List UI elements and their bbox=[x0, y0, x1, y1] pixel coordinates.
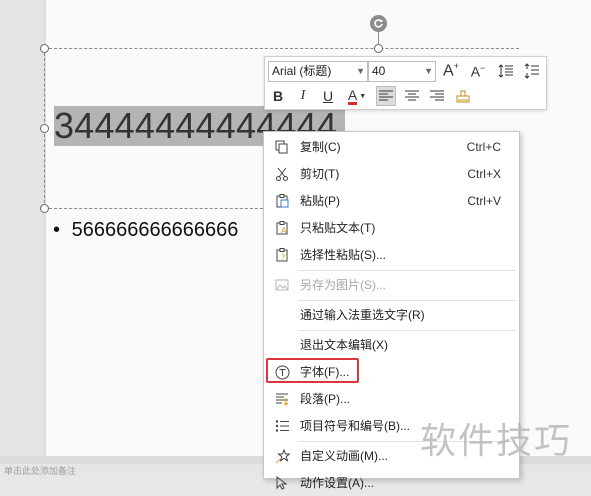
bold-button[interactable]: B bbox=[268, 86, 288, 106]
shrink-font-icon: A− bbox=[470, 62, 486, 80]
font-color-icon: A bbox=[347, 86, 358, 105]
action-icon bbox=[274, 475, 290, 491]
paragraph-icon bbox=[274, 391, 290, 407]
menu-separator bbox=[298, 270, 516, 271]
font-item-highlight-box bbox=[266, 358, 359, 383]
menu-item-label: 自定义动画(M)... bbox=[300, 449, 388, 463]
resize-handle-middle-left[interactable] bbox=[40, 124, 49, 133]
italic-icon: I bbox=[300, 88, 306, 103]
underline-icon: U bbox=[322, 88, 334, 104]
resize-handle-top-left[interactable] bbox=[40, 44, 49, 53]
menu-item-label: 粘贴(P) bbox=[300, 194, 340, 208]
align-right-button[interactable] bbox=[427, 86, 447, 106]
slide-thumbnail-panel bbox=[0, 0, 46, 479]
menu-item-label: 选择性粘贴(S)... bbox=[300, 248, 386, 262]
format-painter-button[interactable] bbox=[453, 86, 473, 106]
paragraph-spacing-icon bbox=[524, 63, 539, 79]
font-size-value: 40 bbox=[372, 64, 386, 78]
chevron-down-icon: ▼ bbox=[359, 92, 367, 100]
scissors-icon bbox=[274, 166, 290, 182]
menu-item-label: 退出文本编辑(X) bbox=[300, 338, 388, 352]
menu-item-paragraph[interactable]: 段落(P)... bbox=[264, 386, 519, 412]
bold-icon: B bbox=[272, 88, 284, 104]
paragraph-spacing-button[interactable] bbox=[522, 61, 542, 81]
grow-font-button[interactable]: A+ bbox=[441, 61, 461, 81]
menu-item-label: 项目符号和编号(B)... bbox=[300, 419, 410, 433]
menu-item-label: 动作设置(A)... bbox=[300, 476, 374, 490]
bullet-marker: • bbox=[53, 219, 61, 241]
menu-item-label: 段落(P)... bbox=[300, 392, 350, 406]
watermark-text: 软件技巧 bbox=[420, 421, 573, 462]
menu-item-cut[interactable]: 剪切(T) Ctrl+X bbox=[264, 161, 519, 187]
menu-item-paste-text-only[interactable]: A 只粘贴文本(T) bbox=[264, 215, 519, 241]
paste-special-icon: ? bbox=[274, 247, 290, 263]
svg-text:?: ? bbox=[281, 253, 285, 262]
menu-item-shortcut: Ctrl+X bbox=[467, 167, 501, 181]
rotate-handle-icon[interactable] bbox=[370, 15, 387, 32]
underline-button[interactable]: U bbox=[318, 86, 338, 106]
resize-handle-top-center[interactable] bbox=[374, 44, 383, 53]
menu-item-exit-text-edit[interactable]: 退出文本编辑(X) bbox=[264, 332, 519, 358]
align-left-icon bbox=[379, 90, 393, 101]
menu-item-shortcut: Ctrl+V bbox=[467, 194, 501, 208]
line-spacing-button[interactable] bbox=[496, 61, 516, 81]
animation-icon bbox=[274, 448, 290, 464]
menu-item-paste[interactable]: 粘贴(P) Ctrl+V bbox=[264, 188, 519, 214]
bullets-icon bbox=[274, 418, 290, 434]
font-name-select[interactable]: Arial (标题) ▼ bbox=[268, 61, 368, 82]
menu-separator bbox=[298, 300, 516, 301]
align-center-icon bbox=[405, 90, 419, 101]
menu-item-action-settings[interactable]: 动作设置(A)... bbox=[264, 470, 519, 496]
menu-item-label: 剪切(T) bbox=[300, 167, 340, 181]
font-color-button[interactable]: A ▼ bbox=[343, 86, 371, 106]
line-spacing-icon bbox=[498, 64, 513, 78]
floating-format-toolbar: Arial (标题) ▼ 40 ▼ A+ A− B I U A ▼ bbox=[264, 56, 547, 110]
menu-item-label: 复制(C) bbox=[300, 140, 341, 154]
menu-item-shortcut: Ctrl+C bbox=[466, 140, 501, 154]
paste-icon bbox=[274, 193, 290, 209]
menu-item-save-as-image: 另存为图片(S)... bbox=[264, 272, 519, 298]
align-center-button[interactable] bbox=[402, 86, 422, 106]
notes-placeholder: 单击此处添加备注 bbox=[4, 466, 77, 476]
shrink-font-button[interactable]: A− bbox=[468, 61, 488, 81]
menu-item-label: 另存为图片(S)... bbox=[300, 278, 386, 292]
menu-item-copy[interactable]: 复制(C) Ctrl+C bbox=[264, 134, 519, 160]
menu-item-ime-reconvert[interactable]: 通过输入法重选文字(R) bbox=[264, 302, 519, 328]
chevron-down-icon: ▼ bbox=[424, 66, 433, 76]
align-left-button[interactable] bbox=[376, 86, 396, 106]
copy-icon bbox=[274, 139, 290, 155]
menu-separator bbox=[298, 330, 516, 331]
resize-handle-bottom-left[interactable] bbox=[40, 204, 49, 213]
grow-font-icon: A+ bbox=[443, 61, 459, 80]
bullet-line[interactable]: • 566666666666666 bbox=[53, 218, 238, 242]
menu-item-label: 通过输入法重选文字(R) bbox=[300, 308, 425, 322]
italic-button[interactable]: I bbox=[293, 86, 313, 106]
svg-text:A: A bbox=[281, 226, 287, 235]
font-name-value: Arial (标题) bbox=[272, 64, 332, 78]
menu-item-label: 只粘贴文本(T) bbox=[300, 221, 376, 235]
bullet-line-text[interactable]: 566666666666666 bbox=[72, 219, 239, 241]
rotate-handle-stem bbox=[378, 32, 379, 44]
format-painter-icon bbox=[456, 90, 470, 103]
menu-item-paste-special[interactable]: ? 选择性粘贴(S)... bbox=[264, 242, 519, 268]
textbox-border-top bbox=[44, 48, 519, 49]
save-image-icon bbox=[274, 277, 290, 293]
paste-text-icon: A bbox=[274, 220, 290, 236]
chevron-down-icon: ▼ bbox=[356, 66, 365, 76]
align-right-icon bbox=[430, 90, 444, 101]
font-size-select[interactable]: 40 ▼ bbox=[368, 61, 436, 82]
